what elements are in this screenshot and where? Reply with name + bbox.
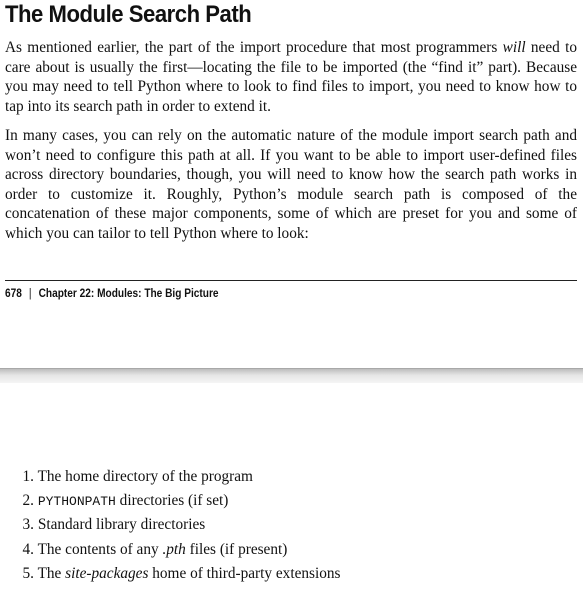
list-number: 3. (22, 516, 34, 534)
paragraph-intro-text-a: As mentioned earlier, the part of the im… (5, 39, 503, 56)
list-item: 5. The site-packages home of third-party… (0, 564, 341, 589)
list-item-text: The home directory of the program (37, 468, 253, 485)
list-item: 4. The contents of any .pth files (if pr… (0, 541, 340, 565)
list-number: 5. (22, 564, 34, 582)
list-number: 4. (22, 540, 34, 558)
list-item-text: home of third-party extensions (148, 564, 341, 582)
footer-separator: | (28, 288, 32, 300)
page-top: The Module Search Path As mentioned earl… (0, 0, 583, 368)
list-item: 3. Standard library directories (0, 516, 340, 540)
section-heading: The Module Search Path (5, 1, 252, 28)
chapter-title: Chapter 22: Modules: The Big Picture (38, 288, 219, 300)
list-item-text: Standard library directories (37, 516, 206, 534)
list-item-emphasis: site-packages (65, 564, 149, 582)
list-item-text: directories (if set) (115, 492, 229, 510)
search-path-list: 1. The home directory of the program 2. … (0, 468, 341, 589)
footer-rule (5, 280, 577, 281)
list-number: 1. (22, 468, 34, 485)
page-divider (0, 368, 583, 383)
list-item-text: The (37, 564, 66, 582)
list-number: 2. (22, 492, 34, 510)
list-item: 2. PYTHONPATH directories (if set) (0, 492, 340, 516)
paragraph-intro-emphasis: will (502, 39, 526, 56)
list-item-text: files (if present) (185, 540, 288, 558)
list-item-text: The contents of any (37, 540, 163, 558)
paragraph-intro: As mentioned earlier, the part of the im… (5, 38, 577, 116)
paragraph-search-path: In many cases, you can rely on the autom… (5, 127, 577, 242)
list-item-emphasis: .pth (162, 540, 186, 558)
list-item-code: PYTHONPATH (37, 494, 116, 510)
page-footer: 678 | Chapter 22: Modules: The Big Picture (5, 288, 219, 300)
list-item: 1. The home directory of the program (0, 468, 340, 492)
page-number: 678 (5, 288, 22, 300)
